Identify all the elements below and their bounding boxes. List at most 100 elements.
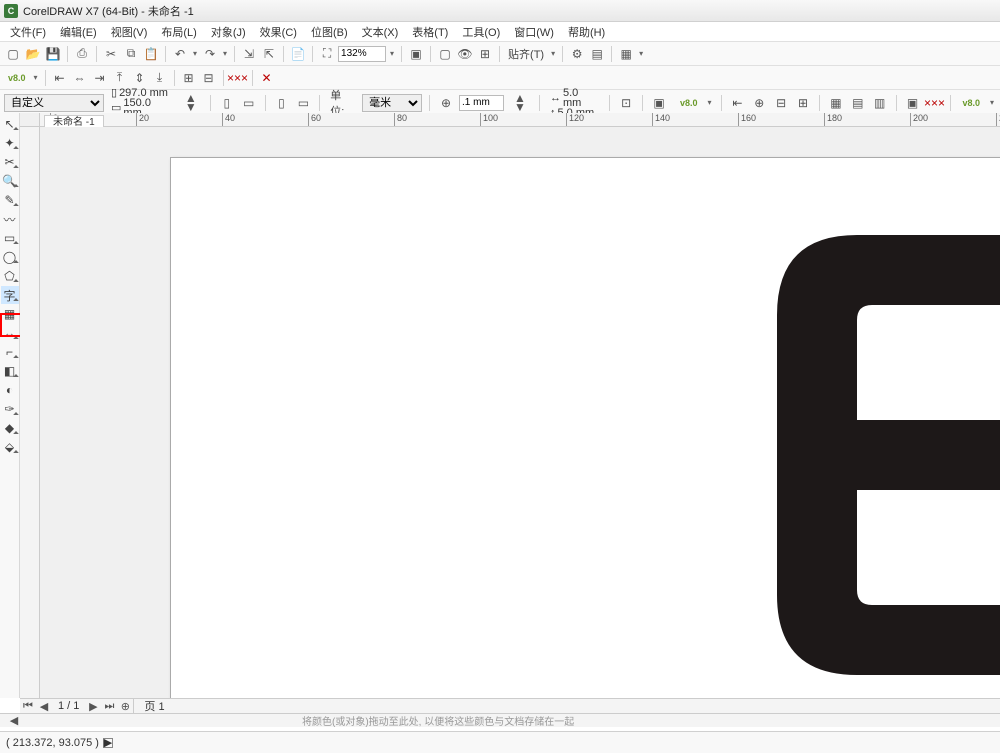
snap-label[interactable]: 贴齐(T)	[505, 46, 547, 62]
horizontal-ruler[interactable]: 020406080100120140160180200220	[40, 113, 1000, 127]
dimension-tool[interactable]: ↔	[1, 324, 19, 342]
delete-icon[interactable]: ×××	[229, 69, 247, 87]
palette-scroll-left[interactable]: ◀	[6, 714, 22, 727]
hint-button[interactable]: ▢	[436, 45, 454, 63]
crop-tool[interactable]: ✂	[1, 153, 19, 171]
vertical-ruler[interactable]	[20, 127, 40, 698]
align-left-icon[interactable]: ⇤	[51, 69, 69, 87]
align-middle-icon[interactable]: ⇕	[131, 69, 149, 87]
stepdn-icon[interactable]: ▼	[182, 103, 200, 112]
text-tool[interactable]: 字	[1, 286, 19, 304]
app-launcher-button[interactable]: ▦	[617, 45, 635, 63]
publish-pdf-button[interactable]: 📄	[289, 45, 307, 63]
eyedropper-tool[interactable]: ✑	[1, 400, 19, 418]
transparency-tool[interactable]: ◐	[1, 381, 19, 399]
zoom-dropdown[interactable]: ▾	[388, 49, 396, 58]
prev-page-button[interactable]: ◀	[36, 700, 52, 713]
fill-tool[interactable]: ◆	[1, 419, 19, 437]
menu-效果C[interactable]: 效果(C)	[254, 22, 303, 42]
letter-e-object[interactable]	[777, 235, 1000, 675]
extra-1[interactable]: ⇤	[729, 94, 747, 112]
ellipse-tool[interactable]: ◯	[1, 248, 19, 266]
align-top-icon[interactable]: ⤒	[111, 69, 129, 87]
page-width[interactable]: 297.0 mm	[119, 88, 168, 98]
extra-3[interactable]: ⊟	[772, 94, 790, 112]
extra-2[interactable]: ⊕	[750, 94, 768, 112]
treat-objects-button[interactable]: ⊡	[617, 94, 635, 112]
portrait-button[interactable]: ▯	[218, 94, 236, 112]
menu-位图B[interactable]: 位图(B)	[305, 22, 354, 42]
menu-视图V[interactable]: 视图(V)	[105, 22, 154, 42]
menu-编辑E[interactable]: 编辑(E)	[54, 22, 103, 42]
undo-button[interactable]: ↶	[171, 45, 189, 63]
save-button[interactable]: 💾	[44, 45, 62, 63]
dropshadow-tool[interactable]: ◧	[1, 362, 19, 380]
group-button[interactable]: ⊞	[180, 69, 198, 87]
snap-button[interactable]: ⊞	[476, 45, 494, 63]
extra-4[interactable]: ⊞	[794, 94, 812, 112]
page-tab-1[interactable]: 页 1	[133, 698, 174, 714]
import-button[interactable]: ⇲	[240, 45, 258, 63]
undo-dropdown[interactable]: ▾	[191, 49, 199, 58]
connector-tool[interactable]: ⌐	[1, 343, 19, 361]
document-palette[interactable]: ◀ 将颜色(或对象)拖动至此处, 以便将这些颜色与文档存储在一起	[0, 713, 1000, 727]
pick-tool[interactable]: ↖	[1, 115, 19, 133]
ruler-origin[interactable]	[20, 113, 40, 127]
play-icon[interactable]: ▶	[103, 738, 113, 748]
fullscreen-button[interactable]: ▣	[407, 45, 425, 63]
menu-文本X[interactable]: 文本(X)	[356, 22, 405, 42]
redo-dropdown[interactable]: ▾	[221, 49, 229, 58]
polygon-tool[interactable]: ⬠	[1, 267, 19, 285]
open-button[interactable]: 📂	[24, 45, 42, 63]
all-pages-button[interactable]: ▯	[273, 94, 291, 112]
copy-button[interactable]: ⧉	[122, 45, 140, 63]
artistic-media-tool[interactable]: 〰	[1, 210, 19, 228]
rectangle-tool[interactable]: ▭	[1, 229, 19, 247]
zoom-level-input[interactable]	[338, 46, 386, 62]
canvas-viewport[interactable]	[40, 127, 1000, 698]
extra-5[interactable]: ▦	[827, 94, 845, 112]
trim-icon[interactable]: ✕	[258, 69, 276, 87]
redo-button[interactable]: ↷	[201, 45, 219, 63]
menu-文件F[interactable]: 文件(F)	[4, 22, 52, 42]
current-page-button[interactable]: ▭	[294, 94, 312, 112]
drawing-page[interactable]	[170, 157, 1000, 698]
next-page-button[interactable]: ▶	[85, 700, 101, 713]
menu-帮助H[interactable]: 帮助(H)	[562, 22, 611, 42]
align-center-icon[interactable]: ⇔	[71, 69, 89, 87]
misc-button[interactable]: ▣	[650, 94, 668, 112]
paste-button[interactable]: 📋	[142, 45, 160, 63]
preview-button[interactable]: 👁	[456, 45, 474, 63]
landscape-button[interactable]: ▭	[240, 94, 258, 112]
last-page-button[interactable]: ⏭	[101, 700, 117, 713]
shape-tool[interactable]: ✦	[1, 134, 19, 152]
first-page-button[interactable]: ⏮	[20, 700, 36, 713]
menu-对象J[interactable]: 对象(J)	[205, 22, 252, 42]
extra-7[interactable]: ▥	[871, 94, 889, 112]
freehand-tool[interactable]: ✎	[1, 191, 19, 209]
ungroup-button[interactable]: ⊟	[200, 69, 218, 87]
add-page-button[interactable]: ⊕	[117, 700, 133, 713]
extra-delete[interactable]: ×××	[925, 94, 943, 112]
align-right-icon[interactable]: ⇥	[91, 69, 109, 87]
new-button[interactable]: ▢	[4, 45, 22, 63]
menu-表格T[interactable]: 表格(T)	[406, 22, 454, 42]
nudge-distance-input[interactable]	[459, 95, 504, 111]
launch-button[interactable]: ⛶	[318, 45, 336, 63]
menu-窗口W[interactable]: 窗口(W)	[508, 22, 560, 42]
cut-button[interactable]: ✂	[102, 45, 120, 63]
zoom-tool[interactable]: 🔍	[1, 172, 19, 190]
layout-button[interactable]: ▤	[588, 45, 606, 63]
units-select[interactable]: 毫米	[362, 94, 422, 112]
menu-布局L[interactable]: 布局(L)	[155, 22, 202, 42]
smartfill-tool[interactable]: ⬙	[1, 438, 19, 456]
extra-6[interactable]: ▤	[849, 94, 867, 112]
print-button[interactable]: ⎙	[73, 45, 91, 63]
table-tool[interactable]: ▦	[1, 305, 19, 323]
snap-dropdown[interactable]: ▾	[549, 49, 557, 58]
page-preset-select[interactable]: 自定义	[4, 94, 104, 112]
options-button[interactable]: ⚙	[568, 45, 586, 63]
export-button[interactable]: ⇱	[260, 45, 278, 63]
align-bottom-icon[interactable]: ⤓	[151, 69, 169, 87]
extra-8[interactable]: ▣	[904, 94, 922, 112]
